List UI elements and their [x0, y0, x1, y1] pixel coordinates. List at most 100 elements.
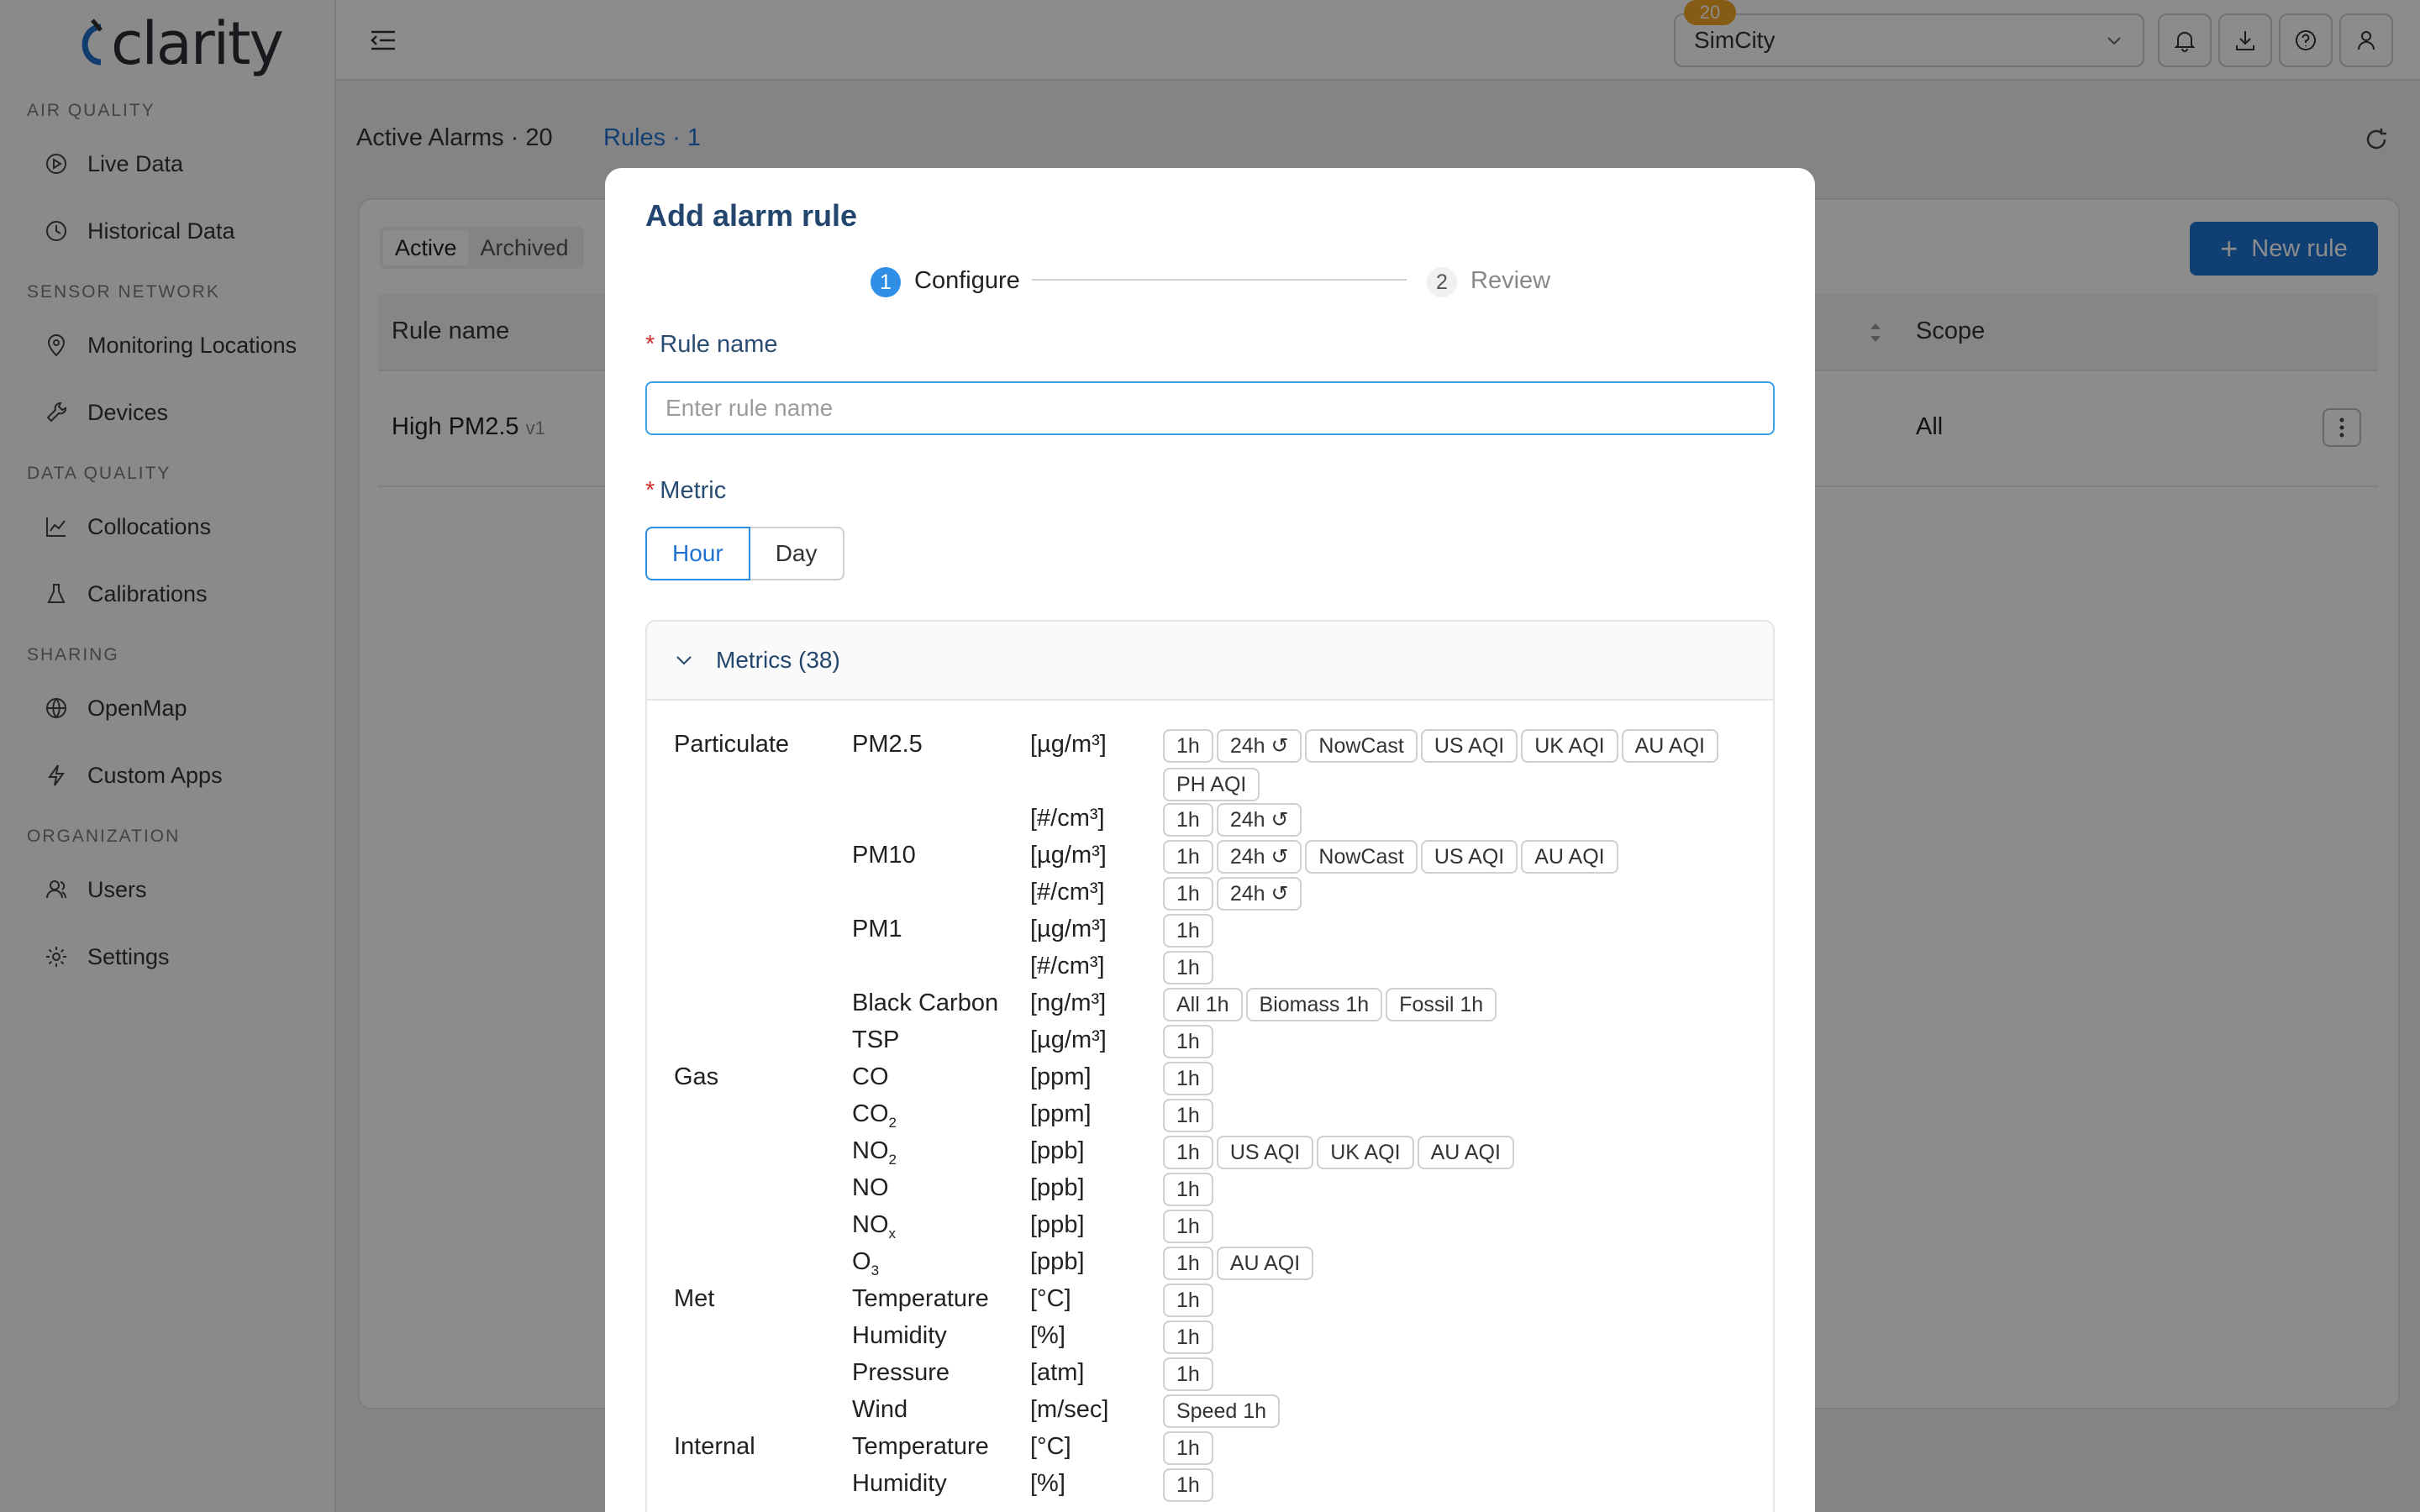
metric-tag[interactable]: NowCast: [1305, 840, 1418, 874]
metric-tag[interactable]: 1h: [1163, 1062, 1213, 1095]
metric-tag[interactable]: US AQI: [1216, 1136, 1314, 1169]
metric-name: TSP: [852, 1026, 899, 1054]
metric-tags: All 1h Biomass 1h Fossil 1h: [1163, 986, 1751, 1025]
metric-tag[interactable]: 24h ↺: [1216, 729, 1302, 763]
required-marker: *: [645, 477, 655, 504]
metric-tag[interactable]: 1h: [1163, 1099, 1213, 1132]
metric-tag[interactable]: 1h: [1163, 951, 1213, 984]
metric-row: [#/cm³] 1h: [647, 949, 1773, 986]
metric-tag[interactable]: US AQI: [1420, 840, 1518, 874]
metric-tag[interactable]: 1h: [1163, 840, 1213, 874]
metric-row: Wind [m/sec] Speed 1h: [647, 1393, 1773, 1430]
metric-unit: [#/cm³]: [1030, 805, 1105, 832]
metric-tag[interactable]: PH AQI: [1163, 768, 1260, 801]
metric-tags: 1h: [1163, 1023, 1751, 1062]
metric-row: Internal Temperature [°C] 1h: [647, 1430, 1773, 1467]
metric-name-text: NO: [852, 1174, 889, 1201]
metric-tag[interactable]: Fossil 1h: [1386, 988, 1497, 1021]
metric-unit: [ppm]: [1030, 1100, 1092, 1127]
metric-name-text: PM10: [852, 842, 916, 869]
metric-unit: [µg/m³]: [1030, 916, 1107, 942]
metrics-panel-header[interactable]: Metrics (38): [647, 622, 1773, 701]
metric-tag[interactable]: NowCast: [1305, 729, 1418, 763]
metric-tags: 1h 24h ↺: [1163, 875, 1751, 914]
metric-hour-option[interactable]: Hour: [645, 527, 750, 580]
metric-name-text: Temperature: [852, 1285, 989, 1312]
metric-row: Humidity [%] 1h: [647, 1467, 1773, 1504]
metric-name-text: O: [852, 1248, 871, 1275]
metric-name-text: NO: [852, 1137, 889, 1164]
metric-tag[interactable]: AU AQI: [1417, 1136, 1514, 1169]
metric-tag[interactable]: AU AQI: [1621, 729, 1718, 763]
metric-tag[interactable]: 24h ↺: [1216, 877, 1302, 911]
metric-name: PM2.5: [852, 731, 923, 759]
metric-tags: 1h: [1163, 1171, 1751, 1210]
metric-unit: [#/cm³]: [1030, 879, 1105, 906]
metric-row: NO2 [ppb] 1h US AQI UK AQI AU AQI: [647, 1134, 1773, 1171]
metric-name: CO2: [852, 1100, 897, 1131]
metric-category: Particulate: [674, 731, 790, 758]
metric-tag[interactable]: Biomass 1h: [1245, 988, 1383, 1021]
metric-name-text: Humidity: [852, 1470, 947, 1497]
metric-tag[interactable]: AU AQI: [1521, 840, 1618, 874]
metric-name: NO2: [852, 1137, 897, 1168]
metric-tag[interactable]: 24h ↺: [1216, 840, 1302, 874]
rule-name-input[interactable]: [645, 381, 1775, 435]
metric-tag[interactable]: 1h: [1163, 877, 1213, 911]
metric-tag[interactable]: US AQI: [1420, 729, 1518, 763]
modal-title: Add alarm rule: [645, 198, 858, 233]
metric-tags: 1h AU AQI: [1163, 1245, 1751, 1284]
metric-day-option[interactable]: Day: [750, 527, 844, 580]
step-connector: [1032, 279, 1407, 281]
metric-name-text: CO: [852, 1063, 889, 1090]
rule-name-label-text: Rule name: [660, 331, 778, 358]
metric-tag[interactable]: 1h: [1163, 1247, 1213, 1280]
metric-tag[interactable]: 1h: [1163, 1025, 1213, 1058]
metric-unit: [atm]: [1030, 1359, 1085, 1386]
required-marker: *: [645, 331, 655, 358]
metric-category: Internal: [674, 1433, 755, 1460]
metric-category: Gas: [674, 1063, 719, 1090]
metric-name-text: PM2.5: [852, 731, 923, 758]
metric-row: [#/cm³] 1h 24h ↺: [647, 801, 1773, 838]
metric-name: Temperature: [852, 1285, 989, 1313]
metric-row: Met Temperature [°C] 1h: [647, 1282, 1773, 1319]
metric-row: PM1 [µg/m³] 1h: [647, 912, 1773, 949]
metric-tags: 1h: [1163, 1356, 1751, 1394]
metric-tag[interactable]: 1h: [1163, 1284, 1213, 1317]
metric-tag[interactable]: 1h: [1163, 1210, 1213, 1243]
metrics-panel: Metrics (38) Particulate PM2.5 [µg/m³] 1h 24…: [645, 620, 1775, 1512]
metric-row: Pressure [atm] 1h: [647, 1356, 1773, 1393]
metric-name-subscript: 3: [871, 1262, 880, 1278]
metric-tag[interactable]: 1h: [1163, 1136, 1213, 1169]
metric-tag[interactable]: 1h: [1163, 803, 1213, 837]
metric-tag[interactable]: UK AQI: [1521, 729, 1618, 763]
rule-name-label: * Rule name: [645, 331, 778, 359]
metric-name: NO: [852, 1174, 889, 1202]
metric-unit: [ppb]: [1030, 1248, 1085, 1275]
metric-tag[interactable]: 1h: [1163, 914, 1213, 948]
metric-tag[interactable]: 1h: [1163, 729, 1213, 763]
metric-name-text: PM1: [852, 916, 902, 942]
metric-tags: 1h: [1163, 1060, 1751, 1099]
metric-tags: 1h: [1163, 912, 1751, 951]
metric-tag[interactable]: 1h: [1163, 1357, 1213, 1391]
metric-tag[interactable]: 1h: [1163, 1468, 1213, 1502]
metric-name-text: CO: [852, 1100, 889, 1127]
metric-unit: [%]: [1030, 1322, 1065, 1349]
metric-tag[interactable]: Speed 1h: [1163, 1394, 1281, 1428]
metric-tag[interactable]: 1h: [1163, 1173, 1213, 1206]
metric-name-subscript: x: [888, 1225, 897, 1242]
metric-tag[interactable]: AU AQI: [1216, 1247, 1314, 1280]
metric-label-text: Metric: [660, 477, 727, 504]
metric-tag[interactable]: All 1h: [1163, 988, 1243, 1021]
metric-tag[interactable]: UK AQI: [1317, 1136, 1414, 1169]
metric-row: Humidity [%] 1h: [647, 1319, 1773, 1356]
metric-tags: Speed 1h: [1163, 1393, 1751, 1431]
metric-name: PM10: [852, 842, 916, 869]
metric-name: CO: [852, 1063, 889, 1091]
metric-unit: [µg/m³]: [1030, 1026, 1107, 1053]
metric-tag[interactable]: 1h: [1163, 1320, 1213, 1354]
metric-tag[interactable]: 24h ↺: [1216, 803, 1302, 837]
metric-tag[interactable]: 1h: [1163, 1431, 1213, 1465]
